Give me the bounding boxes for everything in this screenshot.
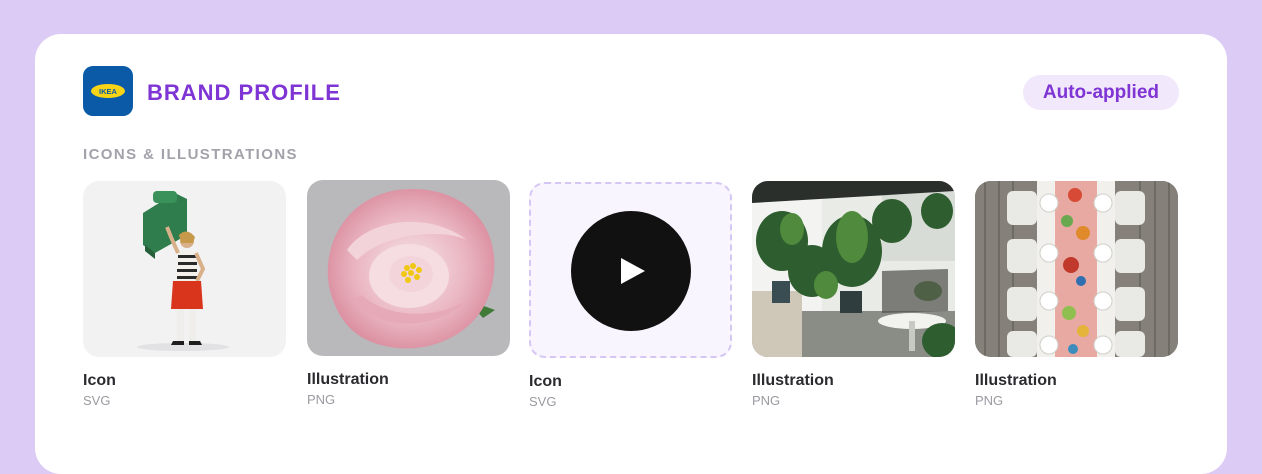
woman-with-chair-thumbnail[interactable] [83,181,286,357]
asset-file-type: SVG [83,393,111,408]
section-heading: ICONS & ILLUSTRATIONS [83,146,298,163]
asset-card[interactable]: Icon SVG [529,182,732,410]
asset-file-type: PNG [752,393,781,408]
page-title: BRAND PROFILE [147,80,341,105]
asset-title: Illustration [307,371,389,388]
peony-flower-thumbnail[interactable] [307,180,510,356]
asset-title: Illustration [975,372,1057,389]
asset-title: Icon [83,372,116,389]
video-placeholder-thumbnail[interactable] [529,182,732,358]
asset-file-type: PNG [975,393,1004,408]
brand-profile-card: IKEA BRAND PROFILE Auto-applied ICONS & … [35,34,1227,474]
asset-card[interactable]: Illustration PNG [752,181,955,409]
asset-card[interactable]: Icon SVG [83,181,286,409]
auto-applied-badge[interactable]: Auto-applied [1022,75,1179,110]
ikea-logo: IKEA [83,66,133,116]
plants-patio-thumbnail[interactable] [752,181,955,357]
asset-title: Illustration [752,372,834,389]
asset-card[interactable]: Illustration PNG [307,180,510,408]
svg-text:IKEA: IKEA [99,87,118,96]
dining-table-thumbnail[interactable] [975,181,1178,357]
asset-card[interactable]: Illustration PNG [975,181,1178,409]
asset-title: Icon [529,373,562,390]
asset-file-type: SVG [529,394,557,409]
play-button[interactable] [571,211,691,331]
asset-file-type: PNG [307,392,336,407]
play-icon [621,258,645,284]
